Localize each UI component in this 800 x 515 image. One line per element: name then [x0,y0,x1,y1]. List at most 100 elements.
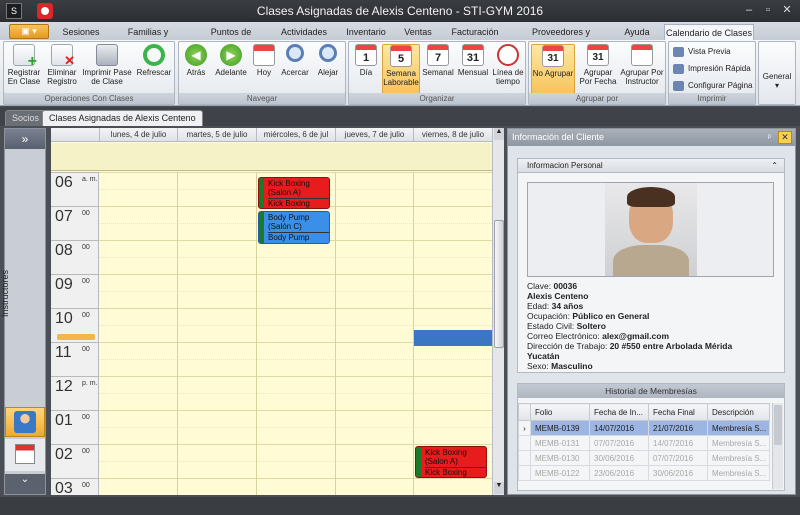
atras-button[interactable]: ◀ Atrás [181,44,211,77]
agrupar-fecha-button[interactable]: 31 Agrupar Por Fecha [577,44,619,86]
impresion-rapida-button[interactable]: Impresión Rápida [672,62,751,76]
doc-tab-socios[interactable]: Socios [5,110,47,126]
tab-facturacion[interactable]: Facturación [448,24,502,40]
table-cell: 14/07/2016 [589,420,649,436]
day-header[interactable]: miércoles, 6 de jul [256,128,335,142]
group-agrupar: 31 No Agrupar 31 Agrupar Por Fecha Agrupar… [528,41,666,105]
refrescar-button[interactable]: Refrescar [134,44,174,77]
timeline-clock-icon [497,44,519,66]
table-row[interactable]: MEMB-0130 30/06/2016 07/07/2016 Membresí… [518,450,770,466]
appointment[interactable]: Kick Boxing (Salon A) Kick Boxing [415,446,487,478]
appointment[interactable]: Kick Boxing (Salon A) Kick Boxing [258,177,330,209]
selected-time-slot[interactable] [414,330,492,346]
calendar-icon [15,444,35,464]
table-cell: 21/07/2016 [648,420,708,436]
table-scrollbar[interactable] [772,403,783,489]
instructor-user-button[interactable] [5,407,45,437]
field-estado-civil: Estado Civil: Soltero [527,321,606,331]
hour-line [99,274,492,275]
zoom-out-icon [319,44,337,62]
app-menu-button[interactable]: ▣ ▾ [9,24,49,39]
no-agrupar-button[interactable]: 31 No Agrupar [531,44,575,94]
day-header[interactable]: martes, 5 de julio [177,128,256,142]
tab-puntos-acceso[interactable]: Puntos de Acceso [196,24,266,53]
appointment-subtitle: Kick Boxing [268,198,329,208]
column-header[interactable]: Fecha de In... [589,403,649,421]
table-row[interactable]: MEMB-0131 07/07/2016 14/07/2016 Membresí… [518,435,770,451]
field-sexo: Sexo: Masculino [527,361,593,371]
table-header-row: Folio Fecha de In... Fecha Final Descrip… [518,403,770,421]
tab-ayuda[interactable]: Ayuda [620,24,654,40]
avatar [605,183,697,276]
mensual-button[interactable]: 31 Mensual [456,44,490,77]
row-indicator-header [518,403,531,421]
current-row-icon: › [518,420,531,436]
alejar-button[interactable]: Alejar [313,44,343,77]
hoy-button[interactable]: Hoy [251,44,277,77]
minimize-icon[interactable]: – [740,3,758,18]
table-row[interactable]: MEMB-0122 23/06/2016 30/06/2016 Membresí… [518,465,770,481]
tab-inventario[interactable]: Inventario [342,24,390,40]
vista-previa-button[interactable]: Vista Previa [672,45,731,59]
scroll-thumb[interactable] [494,220,504,348]
pin-icon[interactable]: ᵖ [768,129,771,146]
column-header[interactable]: Descripción [707,403,770,421]
group-label: Imprimir [669,93,755,104]
half-hour-line [99,427,492,428]
appointment-subtitle: Body Pump [268,232,329,242]
window-title: Clases Asignadas de Alexis Centeno - STI… [256,4,544,18]
tab-proveedores[interactable]: Proveedores y Compras [514,24,608,53]
imprimir-pase-button[interactable]: Imprimir Pase de Clase [82,44,132,86]
agrupar-instructor-button[interactable]: Agrupar Por Instructor [620,44,664,86]
tab-familias[interactable]: Familias y Socios [114,24,182,53]
appointment[interactable]: Body Pump (Salón C) Body Pump [258,211,330,244]
table-scroll-thumb[interactable] [774,405,782,445]
half-hour-line [99,291,492,292]
calendar-week-icon: 5 [390,45,412,67]
section-header[interactable]: Informacion Personal ⌃ [518,159,784,173]
tab-calendario[interactable]: Calendario de Clases [664,24,754,40]
dropdown-icon: ▾ [774,81,779,90]
all-day-area[interactable] [51,143,492,171]
group-imprimir: Vista Previa Impresión Rápida Configurar… [668,41,756,105]
table-row[interactable]: › MEMB-0139 14/07/2016 21/07/2016 Membre… [518,420,770,436]
calendar-day-headers: lunes, 4 de julio martes, 5 de julio mié… [51,128,492,142]
calendar-view[interactable]: lunes, 4 de julio martes, 5 de julio mié… [51,128,492,495]
maximize-icon[interactable]: ▫ [759,3,777,18]
day-header[interactable]: lunes, 4 de julio [99,128,177,142]
dia-button[interactable]: 1 Día [351,44,381,77]
calendar-view-button[interactable] [5,439,45,471]
registrar-button[interactable]: + Registrar En Clase [6,44,42,86]
linea-tiempo-button[interactable]: Línea de tiempo [492,44,524,86]
expand-sidebar-button[interactable]: » [5,129,45,149]
print-preview-icon [673,47,684,57]
scroll-up-icon[interactable]: ▲ [494,128,504,140]
tab-actividades[interactable]: Actividades [280,24,328,40]
calendar-scrollbar[interactable]: ▲ ▼ [492,128,504,495]
group-label: Operaciones Con Clases [4,93,174,104]
tab-ventas[interactable]: Ventas [402,24,434,40]
appointment-subtitle: Kick Boxing [425,467,486,477]
tab-sesiones[interactable]: Sesiones [60,24,102,40]
adelante-button[interactable]: ▶ Adelante [213,44,249,77]
day-header[interactable]: viernes, 8 de julio [413,128,492,142]
field-direccion-cont: Yucatán [527,351,560,361]
eliminar-button[interactable]: ✕ Eliminar Registro [44,44,80,86]
doc-tab-clases[interactable]: Clases Asignadas de Alexis Centeno [42,110,203,126]
semana-laborable-button[interactable]: 5 Semana Laborable [382,44,420,94]
hour-label: 10 [55,310,73,327]
semanal-button[interactable]: 7 Semanal [422,44,454,77]
general-button[interactable]: General ▾ [760,72,794,90]
close-window-icon[interactable]: ✕ [778,3,796,18]
calendar-user-icon [631,44,653,66]
column-header[interactable]: Folio [530,403,590,421]
configurar-pagina-button[interactable]: Configurar Página [672,79,752,93]
close-panel-button[interactable]: ✕ [778,131,792,144]
acercar-button[interactable]: Acercar [279,44,311,77]
collapse-icon[interactable]: ⌃ [771,159,778,173]
scroll-down-icon[interactable]: ▼ [494,482,504,494]
sidebar-scroll-button[interactable]: ⌄ [5,474,45,494]
day-header[interactable]: jueves, 7 de julio [335,128,413,142]
calendar-month-icon: 31 [462,44,484,66]
column-header[interactable]: Fecha Final [648,403,708,421]
